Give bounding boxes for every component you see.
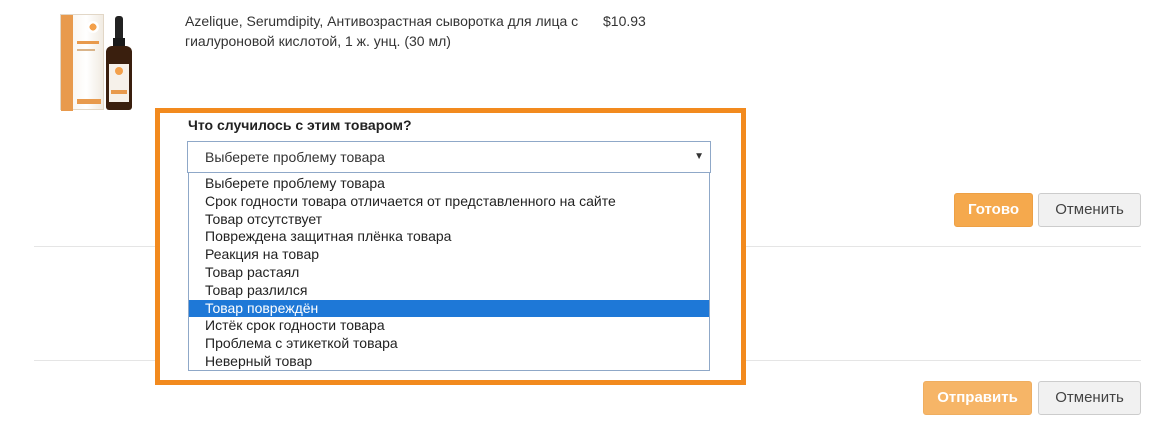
done-button[interactable]: Готово bbox=[954, 193, 1033, 227]
problem-option[interactable]: Товар отсутствует bbox=[189, 211, 709, 229]
problem-option[interactable]: Проблема с этикеткой товара bbox=[189, 335, 709, 353]
dropdown-arrow-icon[interactable]: ▼ bbox=[694, 142, 704, 172]
problem-option[interactable]: Истёк срок годности товара bbox=[189, 317, 709, 335]
problem-options-list: Выберете проблему товара Срок годности то… bbox=[188, 172, 710, 371]
problem-option[interactable]: Товар растаял bbox=[189, 264, 709, 282]
cancel-button[interactable]: Отменить bbox=[1038, 193, 1141, 227]
problem-option[interactable]: Повреждена защитная плёнка товара bbox=[189, 228, 709, 246]
problem-select-value: Выберете проблему товара bbox=[205, 149, 385, 165]
problem-option[interactable]: Товар разлился bbox=[189, 282, 709, 300]
problem-option[interactable]: Товар повреждён bbox=[189, 299, 709, 318]
submit-button[interactable]: Отправить bbox=[923, 381, 1032, 415]
product-box-image bbox=[60, 14, 104, 111]
problem-question-label: Что случилось с этим товаром? bbox=[188, 117, 412, 133]
problem-option[interactable]: Реакция на товар bbox=[189, 246, 709, 264]
product-title: Azelique, Serumdipity, Антивозрастная сы… bbox=[185, 13, 579, 49]
product-image bbox=[60, 14, 140, 111]
cancel-button-bottom[interactable]: Отменить bbox=[1038, 381, 1141, 415]
problem-option[interactable]: Неверный товар bbox=[189, 353, 709, 371]
problem-select[interactable]: Выберете проблему товара ▼ bbox=[187, 141, 711, 173]
problem-option[interactable]: Срок годности товара отличается от предс… bbox=[189, 193, 709, 211]
product-price: $10.93 bbox=[603, 13, 646, 29]
problem-option[interactable]: Выберете проблему товара bbox=[189, 175, 709, 193]
